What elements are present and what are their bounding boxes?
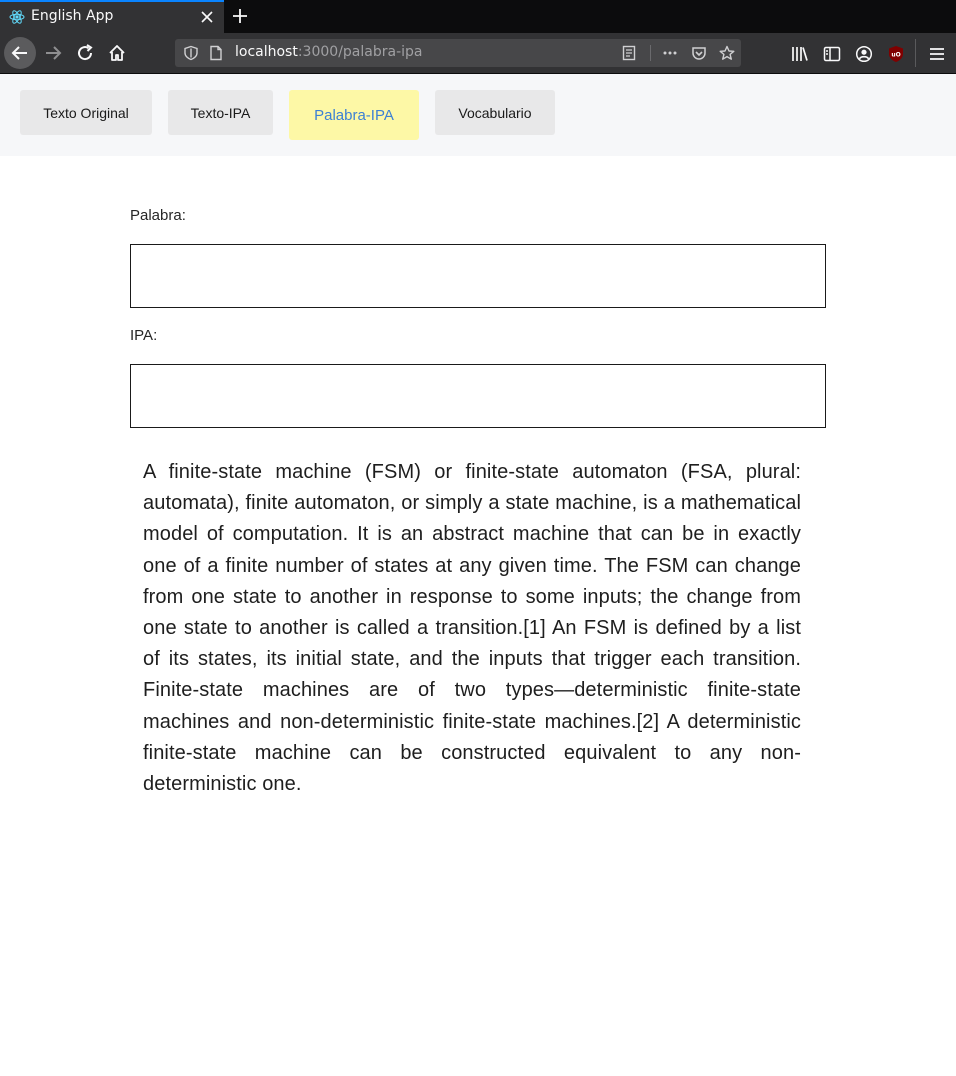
browser-toolbar: localhost:3000/palabra-ipa uO: [0, 33, 956, 74]
pocket-icon[interactable]: [691, 45, 707, 61]
back-arrow-icon: [11, 46, 27, 60]
ublock-icon[interactable]: uO: [887, 45, 905, 63]
plus-icon[interactable]: [231, 7, 249, 25]
hamburger-menu-icon[interactable]: [928, 45, 946, 63]
nav-texto-ipa[interactable]: Texto-IPA: [168, 90, 273, 135]
url-path: :3000/palabra-ipa: [297, 44, 423, 60]
home-button[interactable]: [101, 37, 133, 69]
ipa-label: IPA:: [130, 327, 158, 344]
star-icon[interactable]: [719, 45, 735, 61]
forward-arrow-icon: [46, 46, 62, 60]
library-icon[interactable]: [791, 45, 809, 63]
reload-icon: [78, 44, 93, 61]
app-nav: Texto Original Texto-IPA Palabra-IPA Voc…: [0, 74, 956, 156]
reader-view-icon[interactable]: [621, 45, 637, 61]
url-host: localhost: [235, 44, 298, 60]
nav-texto-original[interactable]: Texto Original: [20, 90, 152, 135]
source-paragraph: A finite-state machine (FSM) or finite-s…: [143, 461, 801, 796]
palabra-label: Palabra:: [130, 207, 186, 224]
react-icon: [9, 10, 25, 24]
home-icon: [109, 45, 125, 61]
palabra-input[interactable]: [130, 244, 826, 308]
account-icon[interactable]: [855, 45, 873, 63]
ipa-input[interactable]: [130, 364, 826, 428]
more-icon[interactable]: [662, 45, 678, 61]
svg-text:uO: uO: [891, 52, 900, 59]
reload-button[interactable]: [69, 37, 101, 69]
toolbar-divider: [915, 39, 916, 67]
sidebar-icon[interactable]: [823, 45, 841, 63]
forward-button[interactable]: [37, 37, 69, 69]
nav-palabra-ipa[interactable]: Palabra-IPA: [289, 90, 419, 140]
nav-vocabulario[interactable]: Vocabulario: [435, 90, 555, 135]
browser-tab[interactable]: English App: [0, 0, 224, 33]
tab-strip: English App: [0, 0, 956, 33]
tab-title: English App: [31, 8, 114, 24]
close-icon[interactable]: [199, 9, 215, 25]
back-button[interactable]: [4, 37, 36, 69]
shield-icon[interactable]: [183, 45, 199, 61]
url-text[interactable]: localhost:3000/palabra-ipa: [235, 44, 422, 60]
url-bar[interactable]: localhost:3000/palabra-ipa: [175, 39, 741, 67]
page-icon[interactable]: [208, 45, 224, 61]
url-divider: [650, 45, 651, 61]
